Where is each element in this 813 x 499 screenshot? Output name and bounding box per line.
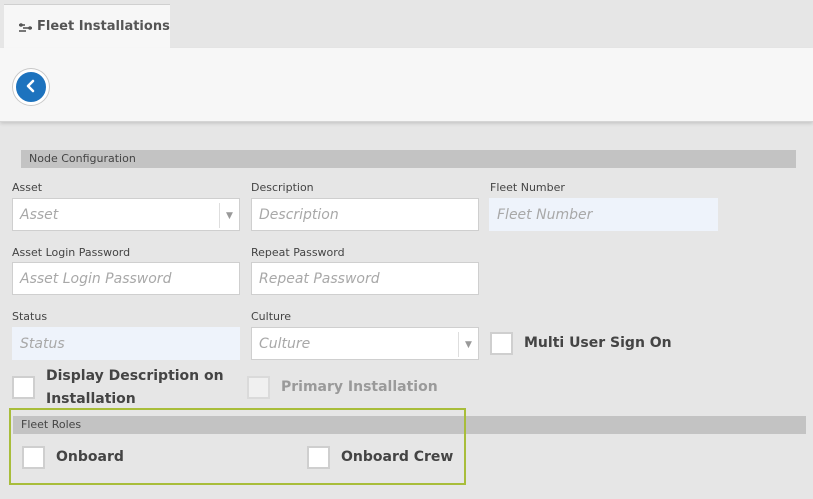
display-description-checkbox[interactable]: [12, 376, 35, 399]
asset-login-password-input[interactable]: Asset Login Password: [12, 262, 240, 295]
status-label: Status: [12, 310, 48, 323]
repeat-password-input[interactable]: Repeat Password: [251, 262, 479, 295]
fleet-number-field: Fleet Number: [489, 198, 718, 231]
description-label: Description: [251, 181, 314, 194]
primary-installation-checkbox: [247, 376, 270, 399]
toolbar: [0, 48, 813, 122]
culture-placeholder: Culture: [259, 335, 311, 352]
display-description-label-line1: Display Description on: [46, 368, 224, 384]
status-placeholder: Status: [20, 335, 65, 352]
culture-select[interactable]: Culture ▼: [251, 327, 479, 360]
node-configuration-header: Node Configuration: [21, 150, 796, 168]
culture-label: Culture: [251, 310, 292, 323]
repeat-password-placeholder: Repeat Password: [259, 270, 380, 287]
tab-bar: Fleet Installations: [0, 0, 813, 48]
fleet-number-label: Fleet Number: [490, 181, 565, 194]
fleet-roles-header: Fleet Roles: [13, 416, 806, 434]
multi-user-sign-on-label: Multi User Sign On: [524, 335, 672, 351]
multi-user-sign-on-checkbox[interactable]: [490, 332, 513, 355]
chevron-left-icon: [25, 78, 37, 97]
onboard-crew-checkbox[interactable]: [307, 446, 330, 469]
tab-fleet-installations[interactable]: Fleet Installations: [4, 4, 170, 48]
description-placeholder: Description: [259, 206, 339, 223]
primary-installation-label: Primary Installation: [281, 379, 438, 395]
back-button[interactable]: [13, 69, 49, 105]
asset-login-password-label: Asset Login Password: [12, 246, 131, 259]
asset-label: Asset: [12, 181, 43, 194]
onboard-checkbox[interactable]: [22, 446, 45, 469]
fleet-number-placeholder: Fleet Number: [497, 206, 593, 223]
description-input[interactable]: Description: [251, 198, 479, 231]
asset-placeholder: Asset: [20, 206, 59, 223]
display-description-label-line2: Installation: [46, 391, 136, 407]
tab-label: Fleet Installations: [37, 19, 170, 34]
asset-login-password-placeholder: Asset Login Password: [20, 270, 172, 287]
onboard-crew-label: Onboard Crew: [341, 449, 454, 465]
onboard-label: Onboard: [56, 449, 124, 465]
fleet-icon: [18, 20, 34, 34]
repeat-password-label: Repeat Password: [251, 246, 345, 259]
chevron-down-icon: ▼: [458, 332, 478, 357]
status-field: Status: [12, 327, 240, 360]
asset-select[interactable]: Asset ▼: [12, 198, 240, 231]
chevron-down-icon: ▼: [219, 203, 239, 228]
